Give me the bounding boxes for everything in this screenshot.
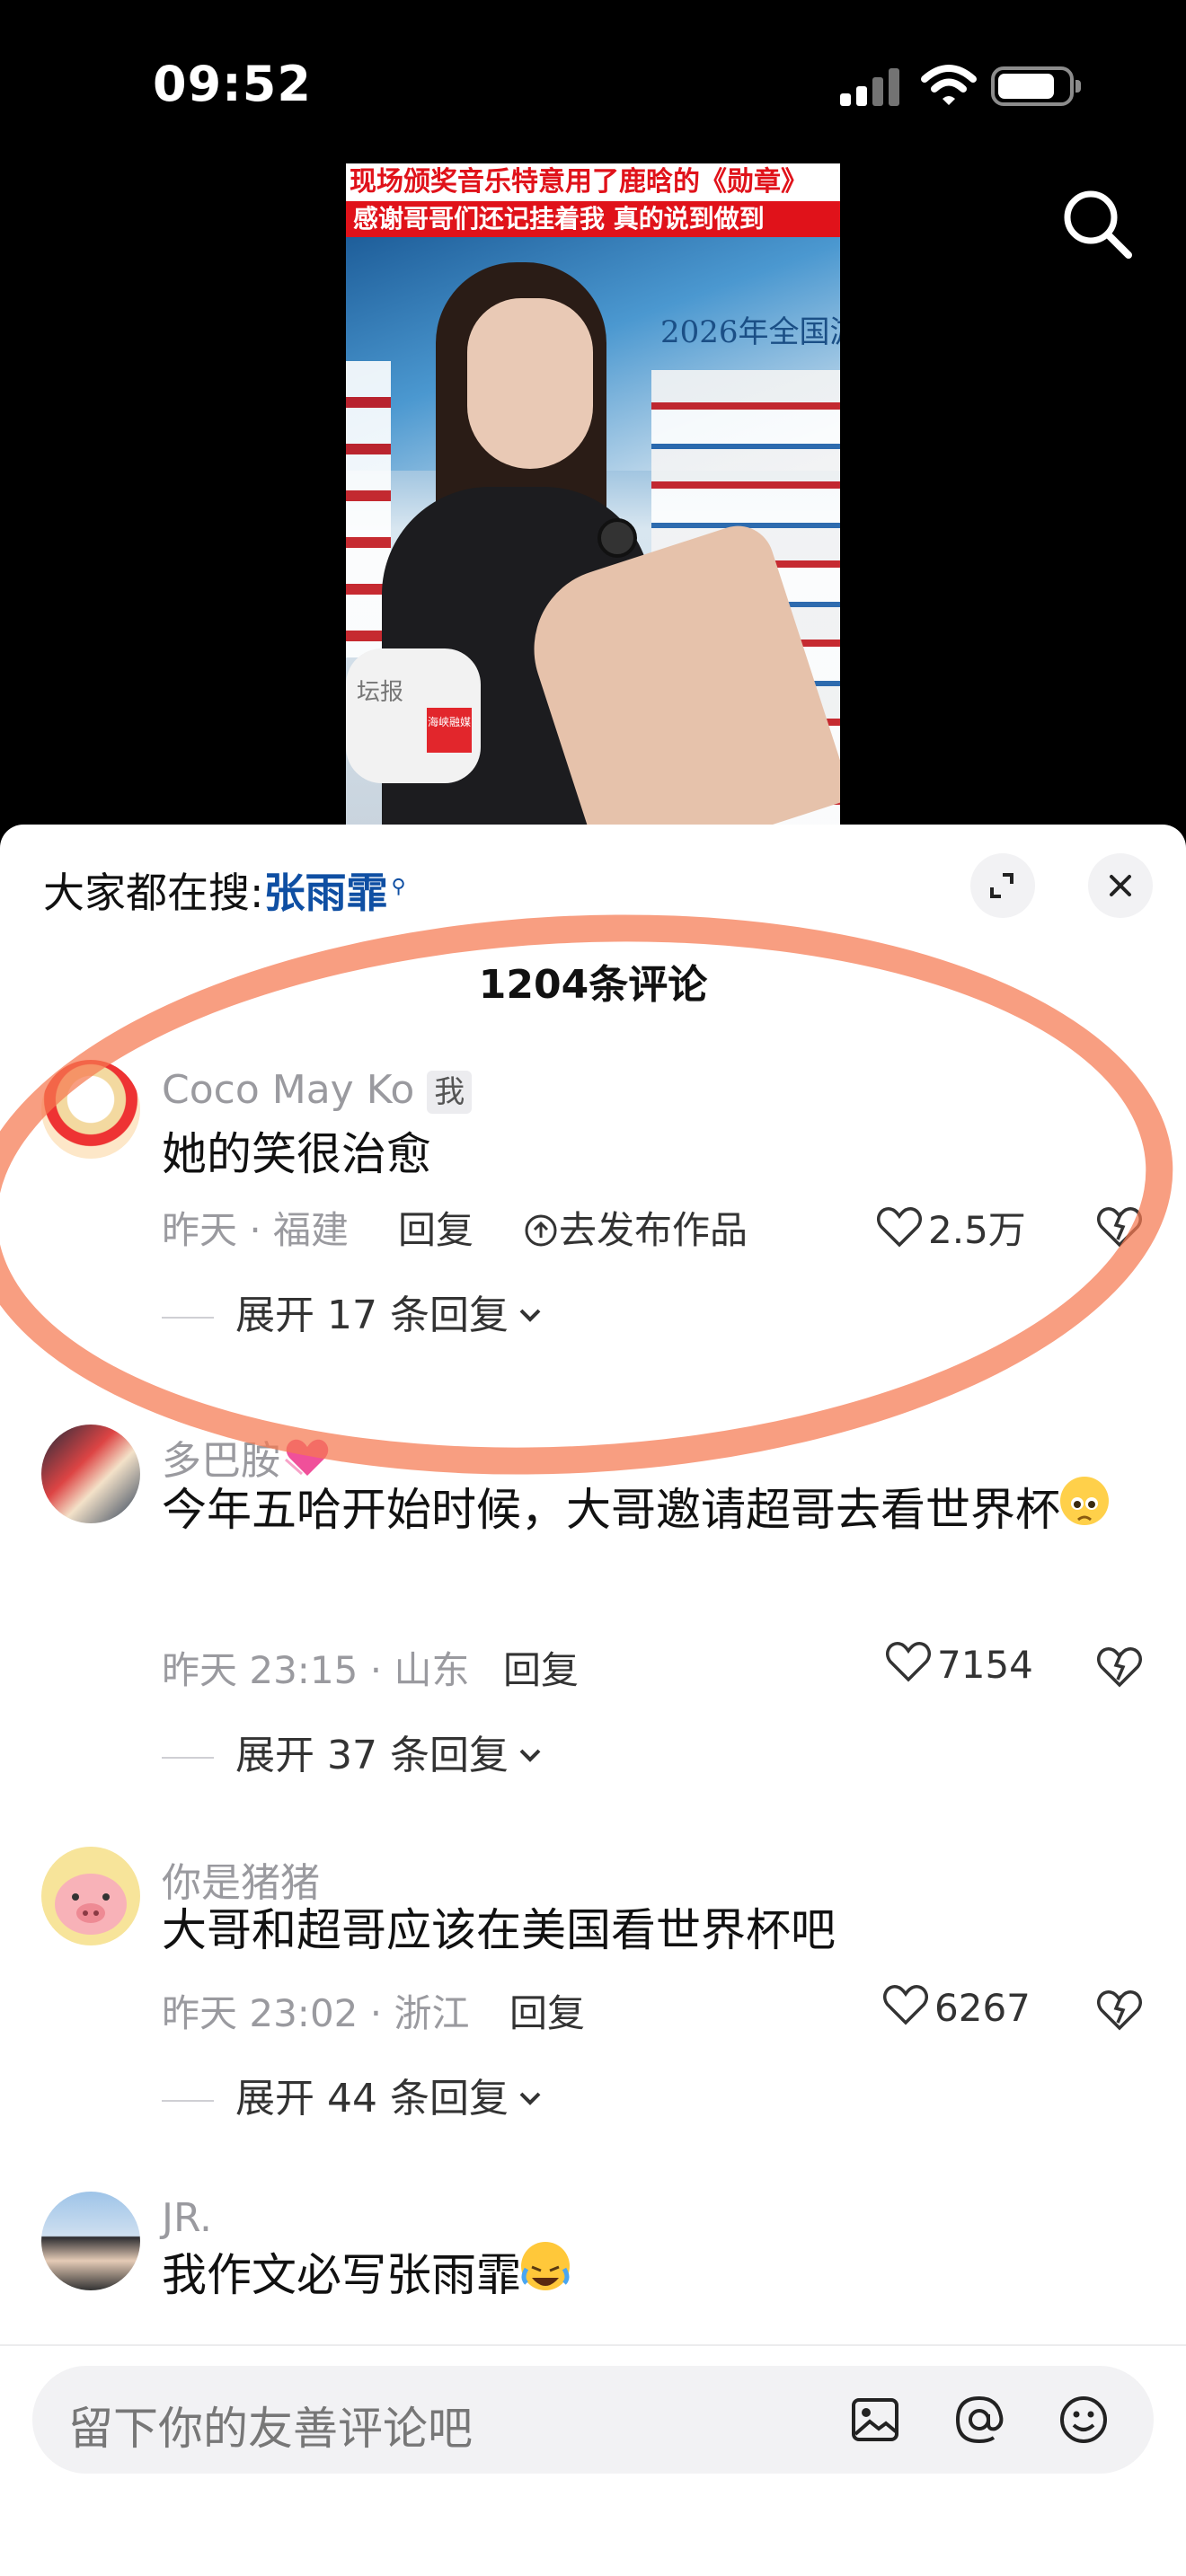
- chevron-down-icon: [519, 2092, 541, 2105]
- comment-item: Coco May Ko 我 她的笑很治愈 昨天 · 福建 回复 去发布作品 2.5…: [0, 1060, 1186, 1338]
- expand-replies-button[interactable]: 展开 17 条回复: [162, 1283, 546, 1340]
- reply-button[interactable]: 回复: [503, 1640, 579, 1695]
- clock: 09:52: [153, 56, 312, 112]
- comment-input-placeholder: 留下你的友善评论吧: [68, 2403, 473, 2455]
- avatar[interactable]: [41, 1425, 140, 1523]
- comment-input[interactable]: 留下你的友善评论吧: [32, 2366, 1154, 2474]
- search-small-icon: ⚲: [391, 875, 406, 898]
- press-microphone: 坛报 海峡融媒: [346, 648, 481, 783]
- wifi-icon: [921, 65, 977, 105]
- cellular-signal-icon: [840, 68, 899, 106]
- emoji-icon[interactable]: [1055, 2391, 1112, 2448]
- upload-icon: [525, 1214, 557, 1247]
- sheet-header: 大家都在搜:张雨霏 ⚲ 1204条评论: [0, 825, 1186, 1008]
- heart-icon: [883, 1985, 928, 2025]
- comment-text: 她的笑很治愈: [162, 1128, 431, 1180]
- avatar[interactable]: [41, 1847, 140, 1945]
- battery-icon: [991, 66, 1081, 106]
- expand-sheet-button[interactable]: [970, 853, 1035, 918]
- close-sheet-button[interactable]: [1088, 853, 1153, 918]
- microphone: [597, 518, 637, 558]
- hot-search-keyword: 张雨霏: [263, 869, 388, 917]
- dislike-icon[interactable]: [1094, 1200, 1145, 1250]
- like-button[interactable]: 7154: [885, 1640, 1033, 1687]
- reply-button[interactable]: 回复: [398, 1200, 474, 1255]
- comment-item: 多巴胺 今年五哈开始时候，大哥邀请超哥去看世界杯 昨天 23:15 · 山东 回…: [0, 1425, 1186, 1784]
- video-caption-line1: 现场颁奖音乐特意用了鹿晗的《勋章》: [346, 163, 840, 201]
- comment-text: 今年五哈开始时候，大哥邀请超哥去看世界杯: [162, 1469, 1150, 1550]
- event-board-text: 2026年全国游泳: [660, 314, 840, 350]
- expand-replies-button[interactable]: 展开 44 条回复: [162, 2066, 546, 2123]
- comment-text: 大哥和超哥应该在美国看世界杯吧: [162, 1904, 836, 1956]
- reply-button[interactable]: 回复: [509, 1983, 585, 2038]
- image-icon[interactable]: [846, 2391, 904, 2448]
- close-icon: [1110, 875, 1131, 896]
- at-mention-icon[interactable]: [951, 2391, 1008, 2448]
- video-caption-line2: 感谢哥哥们还记挂着我 真的说到做到: [346, 201, 840, 237]
- hot-search-prefix: 大家都在搜:: [43, 869, 264, 917]
- heart-icon: [886, 1642, 931, 1682]
- crying-laughing-face-icon: [521, 2242, 570, 2290]
- dislike-icon[interactable]: [1094, 1983, 1145, 2033]
- video-player[interactable]: 2026年全国游泳 坛报 海峡融媒 现场颁奖音乐特意用了鹿晗的《勋章》 感谢哥哥…: [346, 163, 840, 828]
- publish-work-link[interactable]: 去发布作品: [523, 1200, 748, 1255]
- comment-item: JR. 我作文必写张雨霏: [0, 2192, 1186, 2344]
- hot-search-link[interactable]: 大家都在搜:张雨霏 ⚲: [43, 860, 406, 920]
- comment-sheet: 大家都在搜:张雨霏 ⚲ 1204条评论 Coco May Ko 我 她的笑很治愈 昨…: [0, 825, 1186, 2576]
- comment-text: 我作文必写张雨霏: [162, 2235, 1150, 2316]
- chevron-down-icon: [519, 1309, 541, 1322]
- me-badge: 我: [427, 1071, 473, 1114]
- dislike-icon[interactable]: [1094, 1640, 1145, 1690]
- pleading-face-icon: [1060, 1477, 1109, 1525]
- comment-meta: 昨天 23:02 · 浙江: [162, 1991, 470, 2035]
- comment-meta: 昨天 23:15 · 山东: [162, 1648, 470, 1692]
- search-icon[interactable]: [1058, 185, 1136, 262]
- expand-replies-button[interactable]: 展开 37 条回复: [162, 1723, 546, 1780]
- comment-item: 你是猪猪 大哥和超哥应该在美国看世界杯吧 昨天 23:02 · 浙江 回复 62…: [0, 1847, 1186, 2134]
- expand-icon: [990, 873, 1013, 898]
- comment-meta: 昨天 · 福建: [162, 1208, 350, 1252]
- status-bar: 09:52: [0, 0, 1186, 171]
- heart-icon: [877, 1207, 922, 1248]
- like-button[interactable]: 2.5万: [876, 1200, 1026, 1255]
- chevron-down-icon: [519, 1749, 541, 1762]
- like-button[interactable]: 6267: [882, 1983, 1031, 2030]
- comment-count: 1204条评论: [478, 962, 708, 1008]
- avatar[interactable]: [41, 1060, 140, 1159]
- comment-input-bar: 留下你的友善评论吧: [0, 2344, 1186, 2576]
- commenter-name[interactable]: Coco May Ko 我: [162, 1067, 473, 1114]
- avatar[interactable]: [41, 2192, 140, 2290]
